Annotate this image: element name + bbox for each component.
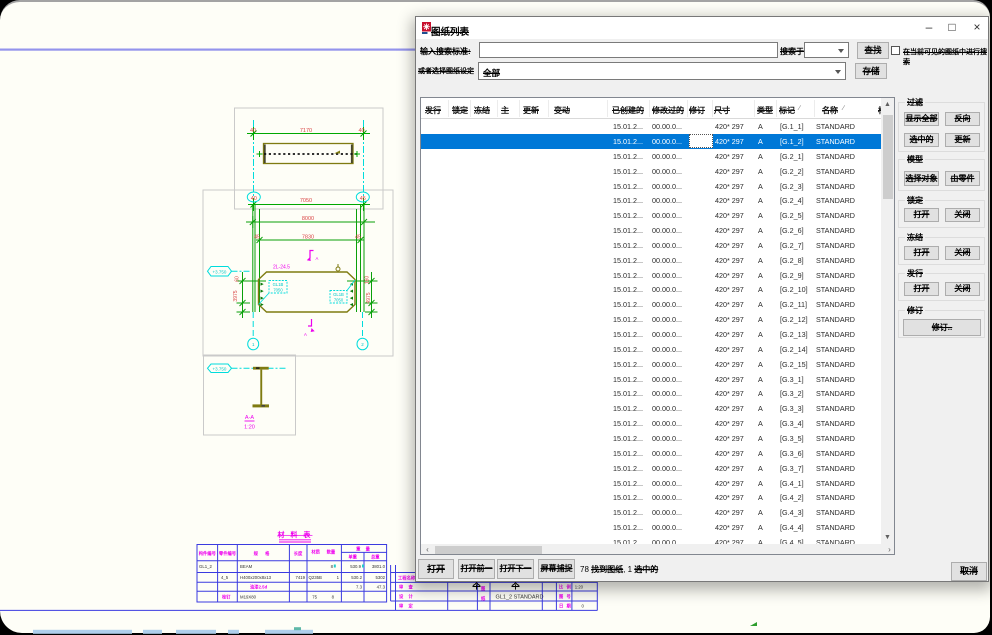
svg-text:+3.750: +3.750 [213, 269, 227, 274]
svg-text:A-A: A-A [245, 415, 255, 421]
svg-text:审 定: 审 定 [399, 603, 415, 610]
svg-text:4_5: 4_5 [221, 575, 229, 580]
svg-text:7.3: 7.3 [356, 585, 363, 590]
svg-text:规 格: 规 格 [254, 550, 273, 557]
svg-text:7170: 7170 [300, 128, 312, 134]
svg-text:重 量: 重 量 [356, 546, 372, 553]
svg-text:设 计: 设 计 [399, 593, 415, 600]
svg-text:40: 40 [250, 128, 256, 134]
svg-text:45: 45 [254, 235, 260, 241]
svg-text:40: 40 [358, 128, 364, 134]
svg-text:H400x200x8x13: H400x200x8x13 [240, 575, 272, 580]
svg-text:45: 45 [360, 196, 366, 202]
svg-text:7050: 7050 [334, 298, 344, 303]
svg-text:40: 40 [251, 196, 257, 202]
svg-text:160: 160 [364, 276, 370, 285]
svg-text:45: 45 [355, 235, 361, 241]
svg-text:4975: 4975 [366, 292, 372, 303]
svg-text:油漆2.5d: 油漆2.5d [250, 584, 268, 591]
svg-text:BEAM: BEAM [240, 564, 253, 569]
svg-text:7050: 7050 [273, 288, 283, 293]
svg-text:M19X80: M19X80 [240, 595, 257, 600]
svg-text:8: 8 [332, 595, 335, 600]
svg-text:1:20: 1:20 [244, 425, 255, 431]
svg-text:总重: 总重 [371, 554, 380, 561]
svg-text:0: 0 [582, 604, 585, 609]
svg-text:7830: 7830 [302, 235, 314, 241]
svg-text:8: 8 [331, 564, 334, 569]
svg-text:A: A [304, 332, 307, 337]
svg-text:日 期: 日 期 [559, 603, 572, 610]
svg-text:GL1_2: GL1_2 [199, 564, 213, 569]
svg-text:图 号: 图 号 [559, 593, 572, 600]
svg-text:47.3: 47.3 [377, 585, 386, 590]
svg-text:A: A [316, 256, 319, 261]
svg-text:审 查: 审 查 [399, 584, 415, 591]
svg-text:1:20: 1:20 [575, 585, 584, 590]
svg-text:Q235B: Q235B [309, 575, 323, 580]
svg-text:数量: 数量 [327, 549, 336, 556]
svg-text:7419: 7419 [295, 575, 305, 580]
svg-text:75: 75 [312, 595, 317, 600]
svg-text:1: 1 [252, 342, 255, 347]
svg-text:7050: 7050 [300, 198, 312, 204]
svg-text:GL1B: GL1B [273, 282, 284, 287]
svg-text:长度: 长度 [294, 550, 303, 557]
svg-text:2L-24.5: 2L-24.5 [273, 265, 290, 271]
svg-text:2: 2 [361, 342, 364, 347]
svg-text:5302: 5302 [375, 575, 385, 580]
svg-text:比 例: 比 例 [559, 584, 572, 591]
svg-text:+3.750: +3.750 [213, 366, 227, 371]
svg-text:图: 图 [481, 585, 486, 592]
svg-text:纸: 纸 [481, 595, 486, 602]
svg-text:530.9: 530.9 [350, 564, 361, 569]
svg-text:栓钉: 栓钉 [222, 594, 231, 601]
svg-text:材 料 表: 材 料 表 [277, 530, 313, 539]
svg-text:1: 1 [337, 575, 340, 580]
svg-text:8000: 8000 [302, 216, 314, 222]
svg-text:工程名称: 工程名称 [398, 575, 416, 582]
svg-text:3975: 3975 [233, 290, 239, 301]
svg-text:材质: 材质 [311, 549, 320, 556]
svg-text:3801.0: 3801.0 [372, 564, 386, 569]
svg-text:60: 60 [235, 276, 241, 282]
svg-text:530.2: 530.2 [351, 575, 362, 580]
svg-text:构件编号: 构件编号 [199, 550, 217, 557]
svg-text:GL1B: GL1B [333, 292, 344, 297]
svg-text:GL1_2 STANDARD: GL1_2 STANDARD [496, 595, 544, 601]
svg-text:单重: 单重 [348, 554, 357, 561]
svg-text:零件编号: 零件编号 [218, 550, 237, 557]
